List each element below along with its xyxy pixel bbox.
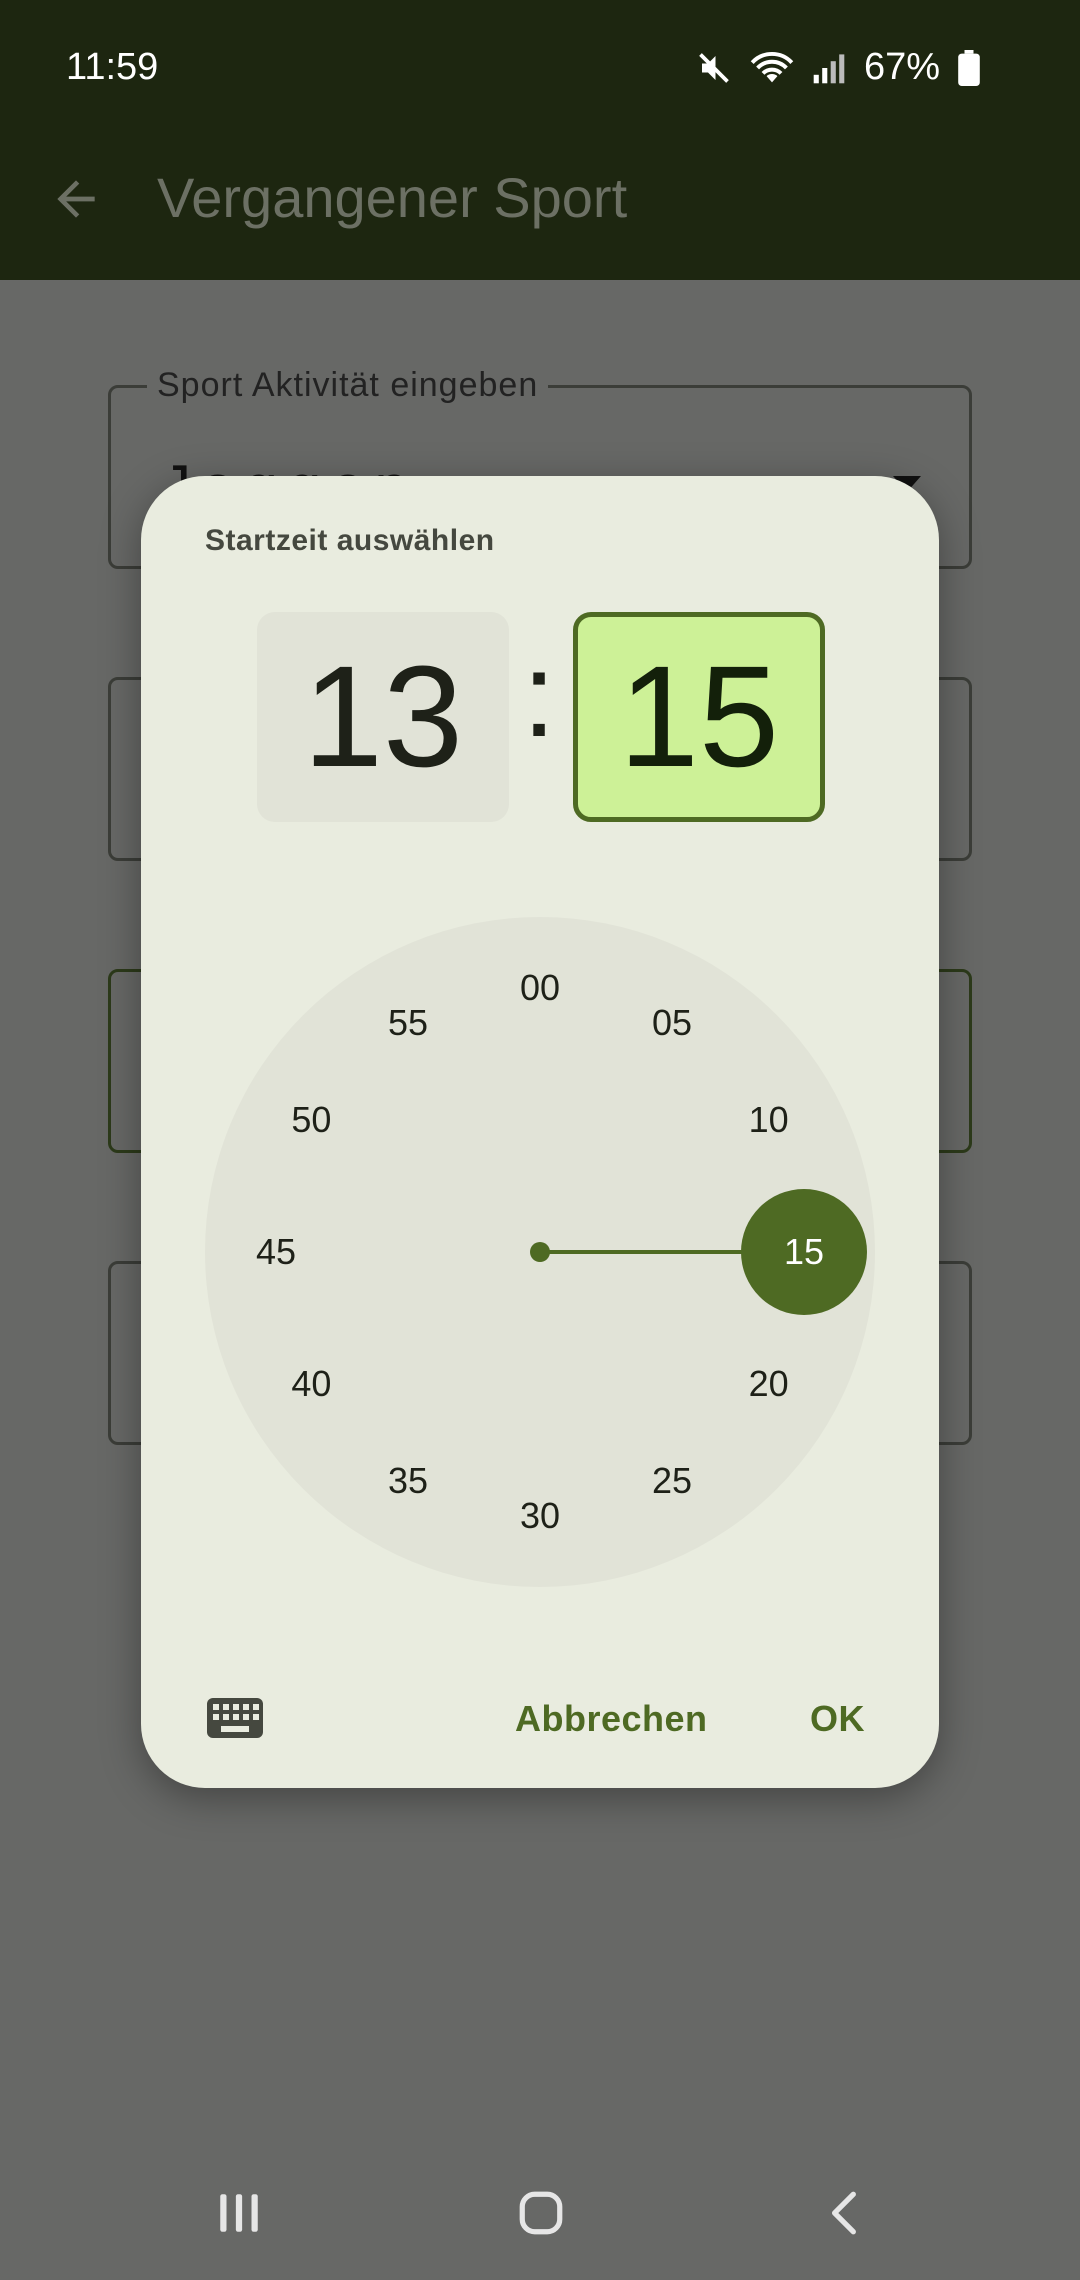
sport-activity-label: Sport Aktivität eingeben (147, 366, 549, 405)
navigation-bar (0, 2152, 1080, 2280)
clock-number-30[interactable]: 30 (500, 1486, 580, 1546)
back-icon[interactable] (820, 2188, 870, 2238)
mute-icon (699, 52, 729, 83)
clock-number-selected[interactable]: 15 (741, 1189, 867, 1315)
clock-number-20[interactable]: 20 (729, 1354, 809, 1414)
clock-number-05[interactable]: 05 (632, 993, 712, 1053)
dialog-title: Startzeit auswählen (205, 524, 495, 557)
app-bar: Vergangener Sport (0, 135, 1080, 280)
cancel-button[interactable]: Abbrechen (515, 1698, 708, 1740)
recents-icon[interactable] (214, 2188, 264, 2238)
page-title: Vergangener Sport (157, 166, 628, 229)
status-icons: 67% (696, 46, 980, 89)
ok-button[interactable]: OK (810, 1698, 865, 1740)
clock-number-55[interactable]: 55 (368, 993, 448, 1053)
status-time: 11:59 (66, 46, 159, 88)
status-bar: 11:59 67% (0, 0, 1080, 135)
wifi-icon (750, 51, 794, 82)
clock-number-45[interactable]: 45 (236, 1222, 316, 1282)
clock-number-25[interactable]: 25 (632, 1451, 712, 1511)
clock-number-50[interactable]: 50 (271, 1090, 351, 1150)
clock-number-40[interactable]: 40 (271, 1354, 351, 1414)
keyboard-icon[interactable] (207, 1698, 263, 1738)
minute-selector[interactable]: 15 (573, 612, 825, 822)
hour-selector[interactable]: 13 (257, 612, 509, 822)
time-separator: : (522, 628, 556, 762)
clock-number-35[interactable]: 35 (368, 1451, 448, 1511)
clock-face[interactable]: 00 05 10 15 20 25 30 35 40 45 50 55 (205, 917, 875, 1587)
time-picker-dialog: Startzeit auswählen 13 : 15 00 05 10 15 20 25… (141, 476, 939, 1788)
clock-number-10[interactable]: 10 (729, 1090, 809, 1150)
battery-icon (958, 49, 980, 86)
home-icon[interactable] (516, 2188, 566, 2238)
arrow-back-icon[interactable] (48, 171, 104, 227)
signal-icon (813, 53, 845, 83)
battery-percent: 67% (863, 46, 940, 88)
clock-number-00[interactable]: 00 (500, 958, 580, 1018)
